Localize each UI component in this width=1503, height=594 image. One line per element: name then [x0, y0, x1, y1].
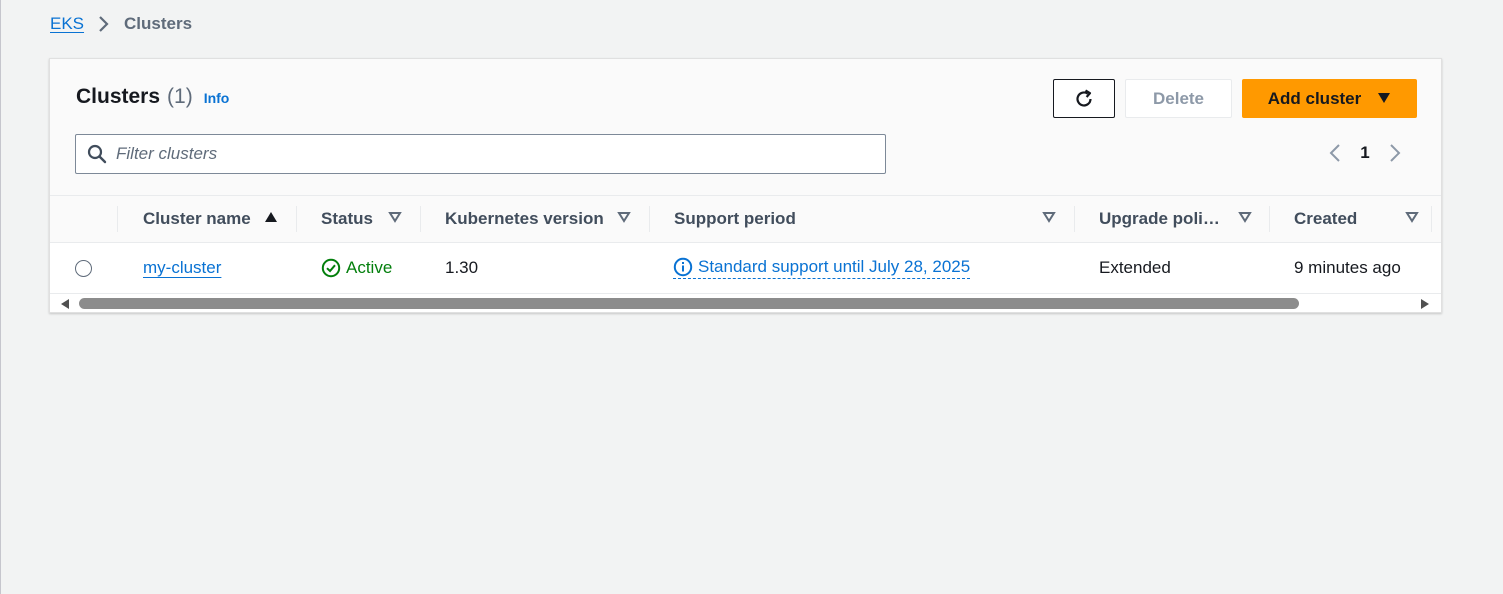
- created-cell: 9 minutes ago: [1294, 258, 1401, 277]
- breadcrumb-eks-link[interactable]: EKS: [50, 14, 84, 34]
- add-cluster-label: Add cluster: [1267, 88, 1362, 108]
- breadcrumb: EKS Clusters: [50, 12, 192, 36]
- table-header: Clusters (1) Info: [76, 85, 229, 109]
- column-label: Upgrade poli…: [1099, 209, 1220, 228]
- scroll-right-arrow-icon[interactable]: [1420, 298, 1430, 310]
- info-icon: [673, 257, 693, 277]
- filter-clusters-input[interactable]: [116, 144, 856, 164]
- column-label: Support period: [674, 209, 796, 228]
- table-header-row: Cluster name Status Kubernetes version S…: [50, 195, 1441, 243]
- kubernetes-version-cell: 1.30: [445, 258, 479, 277]
- sort-icon: [1042, 212, 1056, 223]
- check-circle-icon: [321, 258, 341, 278]
- chevron-left-icon: [1329, 144, 1340, 162]
- clusters-table-container: Clusters (1) Info Delete Add cluster 1: [49, 58, 1442, 313]
- info-link[interactable]: Info: [204, 90, 230, 106]
- delete-button[interactable]: Delete: [1125, 79, 1232, 118]
- refresh-icon: [1076, 89, 1092, 107]
- scrollbar-thumb[interactable]: [79, 298, 1299, 309]
- support-period-cell: Standard support until July 28, 2025: [673, 243, 971, 293]
- status-cell: Active: [321, 243, 392, 293]
- refresh-button[interactable]: [1053, 79, 1115, 118]
- page-edge: [0, 0, 1, 594]
- search-icon: [87, 144, 107, 164]
- row-select-cell: [75, 243, 92, 293]
- column-header-status[interactable]: Status: [321, 196, 411, 242]
- add-cluster-button[interactable]: Add cluster: [1242, 79, 1417, 118]
- column-header-created[interactable]: Created: [1294, 196, 1424, 242]
- chevron-right-icon: [1390, 144, 1401, 162]
- column-header-cluster-name[interactable]: Cluster name: [143, 196, 293, 242]
- status-badge: Active: [321, 258, 392, 278]
- support-period-text: Standard support until July 28, 2025: [698, 257, 971, 276]
- cluster-name-link[interactable]: my-cluster: [143, 258, 221, 278]
- column-divider[interactable]: [1074, 206, 1075, 232]
- column-label: Status: [321, 209, 373, 228]
- sort-icon: [1238, 212, 1252, 223]
- caret-down-icon: [1377, 91, 1391, 107]
- next-page-button[interactable]: [1380, 143, 1410, 163]
- previous-page-button[interactable]: [1320, 143, 1350, 163]
- page-number[interactable]: 1: [1350, 143, 1380, 163]
- page-title: Clusters: [76, 85, 161, 108]
- column-label: Cluster name: [143, 209, 251, 228]
- table-row[interactable]: my-cluster Active 1.30 Standard support …: [50, 243, 1441, 293]
- cluster-count: (1): [167, 85, 193, 108]
- column-divider[interactable]: [649, 206, 650, 232]
- upgrade-policy-cell: Extended: [1099, 258, 1171, 277]
- column-divider[interactable]: [420, 206, 421, 232]
- cluster-name-cell: my-cluster: [143, 243, 221, 293]
- column-header-upgrade-policy[interactable]: Upgrade poli…: [1099, 196, 1252, 242]
- column-label: Created: [1294, 209, 1358, 228]
- sort-icon: [1405, 212, 1419, 223]
- column-divider[interactable]: [1269, 206, 1270, 232]
- column-header-support-period[interactable]: Support period: [674, 196, 1064, 242]
- scroll-left-arrow-icon[interactable]: [60, 298, 70, 310]
- column-label: Kubernetes version: [445, 209, 604, 228]
- column-divider: [117, 206, 118, 232]
- column-header-kubernetes-version[interactable]: Kubernetes version: [445, 196, 635, 242]
- breadcrumb-current: Clusters: [124, 14, 193, 33]
- column-divider[interactable]: [1431, 206, 1432, 232]
- chevron-right-icon: [84, 15, 124, 33]
- status-text: Active: [346, 258, 393, 277]
- sort-icon: [388, 212, 402, 223]
- row-select-radio[interactable]: [75, 259, 92, 277]
- horizontal-scrollbar[interactable]: [50, 293, 1441, 312]
- sort-icon: [617, 212, 631, 223]
- support-period-popover[interactable]: Standard support until July 28, 2025: [673, 257, 971, 279]
- column-divider[interactable]: [296, 206, 297, 232]
- sort-ascending-icon: [265, 212, 277, 222]
- pagination: 1: [1320, 141, 1410, 165]
- filter-field: [75, 134, 886, 174]
